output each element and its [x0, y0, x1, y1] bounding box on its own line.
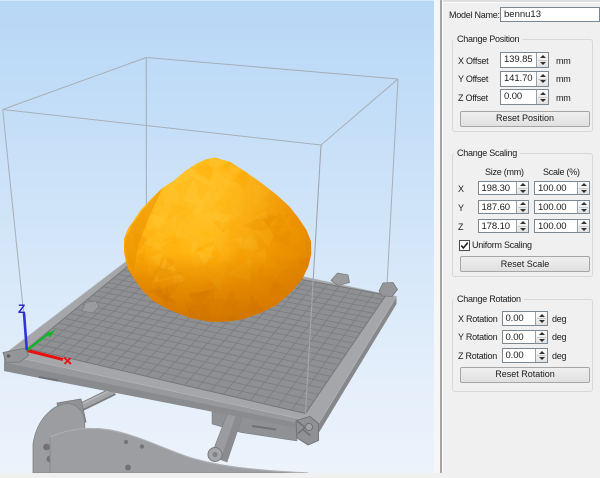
- svg-text:Z: Z: [18, 302, 25, 316]
